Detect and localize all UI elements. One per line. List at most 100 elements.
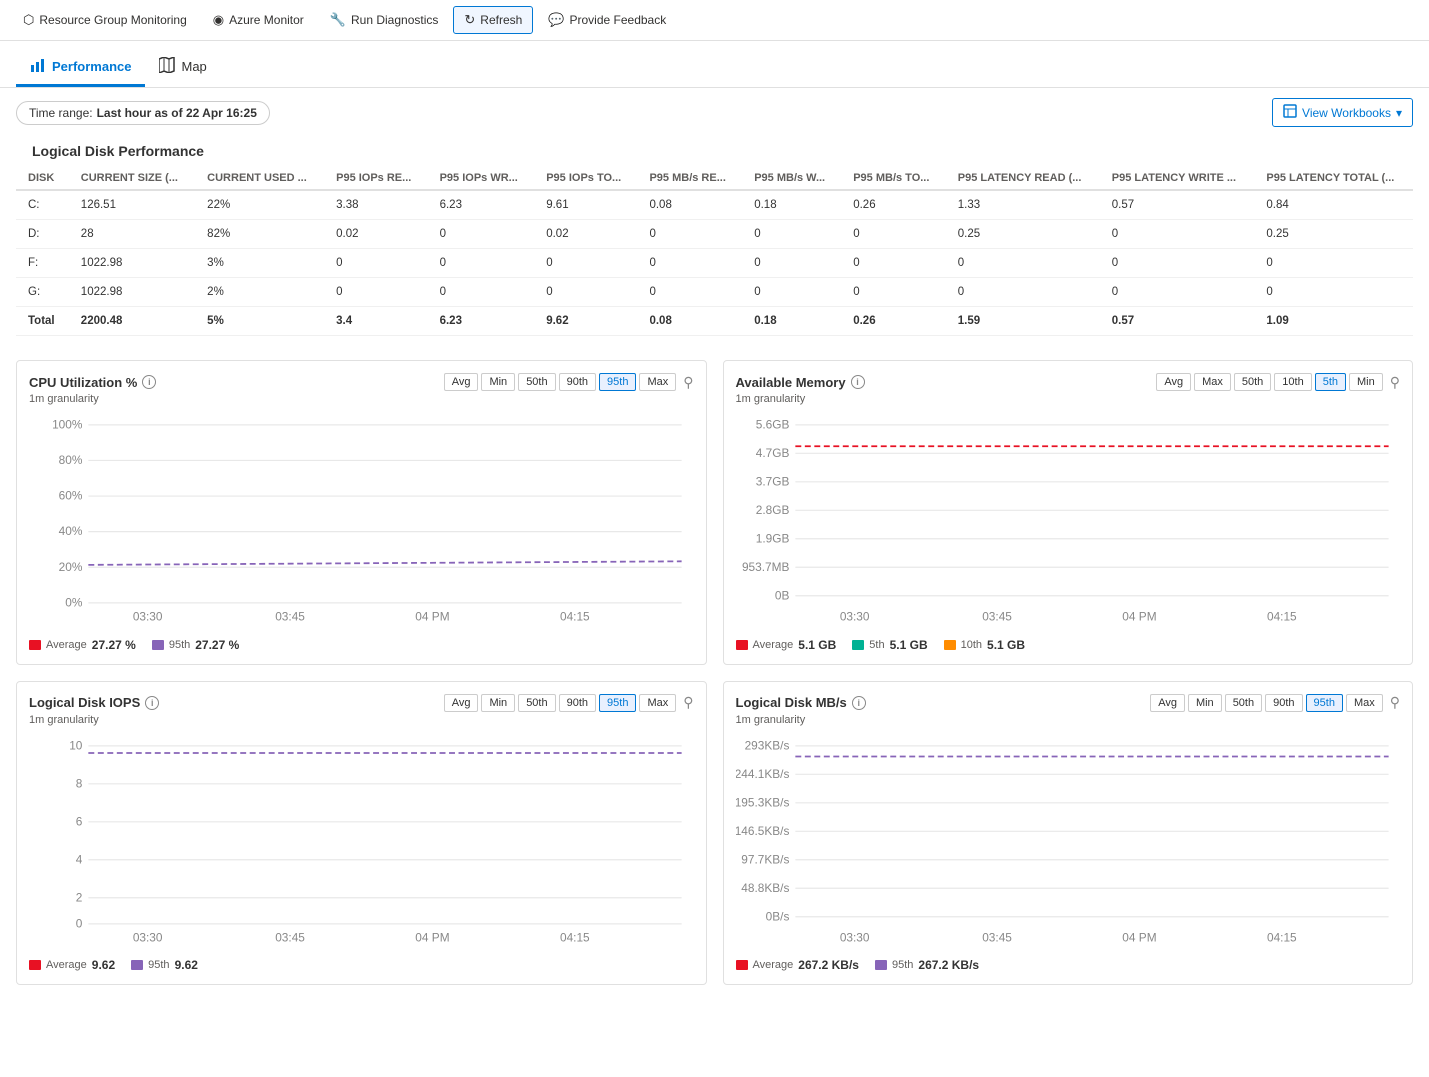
- svg-text:04 PM: 04 PM: [415, 610, 449, 624]
- table-cell: 0: [637, 249, 742, 278]
- time-range-selector[interactable]: Time range: Last hour as of 22 Apr 16:25: [16, 101, 270, 125]
- iops-ctrl-max[interactable]: Max: [639, 694, 676, 712]
- mbs-chart-title: Logical Disk MB/s i: [736, 695, 866, 710]
- mem-ctrl-min[interactable]: Min: [1349, 373, 1383, 391]
- mbs-ctrl-max[interactable]: Max: [1346, 694, 1383, 712]
- mbs-ctrl-90th[interactable]: 90th: [1265, 694, 1302, 712]
- tab-performance[interactable]: Performance: [16, 49, 145, 87]
- mbs-pin-icon[interactable]: ⚲: [1390, 694, 1400, 711]
- table-row: G:1022.982%000000000: [16, 278, 1413, 307]
- table-cell: 0: [534, 278, 637, 307]
- memory-info-icon[interactable]: i: [851, 375, 865, 389]
- iops-chart-svg: 10 8 6 4 2 0 03:30 03:45 04 PM 04:15: [29, 734, 694, 948]
- cpu-info-icon[interactable]: i: [142, 375, 156, 389]
- svg-text:2.8GB: 2.8GB: [755, 503, 789, 517]
- cpu-ctrl-max[interactable]: Max: [639, 373, 676, 391]
- svg-text:60%: 60%: [59, 489, 83, 503]
- mem-ctrl-max[interactable]: Max: [1194, 373, 1231, 391]
- sub-nav: Performance Map: [0, 41, 1429, 88]
- nav-run-diagnostics[interactable]: 🔧 Run Diagnostics: [319, 6, 450, 34]
- table-cell: 5%: [195, 307, 324, 336]
- cpu-pin-icon[interactable]: ⚲: [683, 374, 693, 391]
- iops-ctrl-50th[interactable]: 50th: [518, 694, 555, 712]
- nav-resource-group-monitoring[interactable]: ⬡ Resource Group Monitoring: [12, 6, 198, 34]
- mbs-ctrl-95th[interactable]: 95th: [1306, 694, 1343, 712]
- mem-ctrl-avg[interactable]: Avg: [1156, 373, 1191, 391]
- iops-ctrl-90th[interactable]: 90th: [559, 694, 596, 712]
- svg-text:8: 8: [76, 776, 83, 790]
- cpu-chart-title: CPU Utilization % i: [29, 375, 156, 390]
- iops-pin-icon[interactable]: ⚲: [683, 694, 693, 711]
- table-cell: 82%: [195, 220, 324, 249]
- view-workbooks-button[interactable]: View Workbooks ▾: [1272, 98, 1413, 127]
- svg-text:20%: 20%: [59, 560, 83, 574]
- iops-ctrl-95th[interactable]: 95th: [599, 694, 636, 712]
- mbs-chart-svg: 293KB/s 244.1KB/s 195.3KB/s 146.5KB/s 97…: [736, 734, 1401, 948]
- col-p95-lat-total: P95 LATENCY TOTAL (...: [1254, 167, 1413, 190]
- mbs-ctrl-50th[interactable]: 50th: [1225, 694, 1262, 712]
- cpu-ctrl-50th[interactable]: 50th: [518, 373, 555, 391]
- table-row: Total2200.485%3.46.239.620.080.180.261.5…: [16, 307, 1413, 336]
- col-p95-lat-read: P95 LATENCY READ (...: [946, 167, 1100, 190]
- iops-ctrl-min[interactable]: Min: [481, 694, 515, 712]
- table-cell: 0: [1254, 278, 1413, 307]
- svg-text:3.7GB: 3.7GB: [755, 474, 789, 488]
- iops-info-icon[interactable]: i: [145, 696, 159, 710]
- svg-text:0B: 0B: [774, 588, 789, 602]
- col-p95-iops-write: P95 IOPs WR...: [428, 167, 535, 190]
- svg-text:0%: 0%: [65, 595, 83, 609]
- cpu-ctrl-min[interactable]: Min: [481, 373, 515, 391]
- table-cell: 3%: [195, 249, 324, 278]
- cpu-chart-svg: 100% 80% 60% 40% 20% 0% 03:30 03:45 04 P…: [29, 413, 694, 627]
- table-row: C:126.5122%3.386.239.610.080.180.261.330…: [16, 190, 1413, 220]
- iops-legend-95th-color: [131, 960, 143, 970]
- tab-map[interactable]: Map: [145, 49, 220, 87]
- mbs-ctrl-avg[interactable]: Avg: [1150, 694, 1185, 712]
- resource-group-icon: ⬡: [23, 12, 34, 28]
- nav-provide-feedback[interactable]: 💬 Provide Feedback: [537, 6, 677, 34]
- svg-text:2: 2: [76, 890, 83, 904]
- svg-text:40%: 40%: [59, 524, 83, 538]
- mem-legend-10th-color: [944, 640, 956, 650]
- refresh-icon: ↻: [464, 12, 475, 28]
- iops-ctrl-avg[interactable]: Avg: [444, 694, 479, 712]
- mem-ctrl-50th[interactable]: 50th: [1234, 373, 1271, 391]
- mbs-chart-controls: Avg Min 50th 90th 95th Max ⚲: [1150, 694, 1400, 712]
- memory-chart-header: Available Memory i Avg Max 50th 10th 5th…: [736, 373, 1401, 391]
- table-cell: 9.62: [534, 307, 637, 336]
- mbs-ctrl-min[interactable]: Min: [1188, 694, 1222, 712]
- svg-text:03:45: 03:45: [982, 610, 1012, 624]
- mbs-legend-95th: 95th 267.2 KB/s: [875, 958, 979, 972]
- cpu-chart-header: CPU Utilization % i Avg Min 50th 90th 95…: [29, 373, 694, 391]
- mem-ctrl-5th[interactable]: 5th: [1315, 373, 1346, 391]
- disk-performance-title: Logical Disk Performance: [16, 137, 1413, 167]
- table-row: D:2882%0.0200.020000.2500.25: [16, 220, 1413, 249]
- cpu-chart-legend: Average 27.27 % 95th 27.27 %: [29, 638, 694, 652]
- disk-performance-section: Logical Disk Performance DISK CURRENT SI…: [0, 137, 1429, 352]
- cpu-ctrl-90th[interactable]: 90th: [559, 373, 596, 391]
- mbs-legend-avg-color: [736, 960, 748, 970]
- table-cell: 0: [841, 278, 946, 307]
- mbs-chart-header: Logical Disk MB/s i Avg Min 50th 90th 95…: [736, 694, 1401, 712]
- memory-legend-10th: 10th 5.1 GB: [944, 638, 1025, 652]
- iops-chart-legend: Average 9.62 95th 9.62: [29, 958, 694, 972]
- mem-ctrl-10th[interactable]: 10th: [1274, 373, 1311, 391]
- svg-text:4.7GB: 4.7GB: [755, 446, 789, 460]
- memory-pin-icon[interactable]: ⚲: [1390, 374, 1400, 391]
- table-cell: Total: [16, 307, 69, 336]
- cpu-ctrl-avg[interactable]: Avg: [444, 373, 479, 391]
- table-cell: 0.57: [1100, 190, 1255, 220]
- disk-mbs-chart: Logical Disk MB/s i Avg Min 50th 90th 95…: [723, 681, 1414, 986]
- nav-refresh[interactable]: ↻ Refresh: [453, 6, 533, 34]
- svg-text:10: 10: [69, 738, 83, 752]
- svg-text:195.3KB/s: 195.3KB/s: [736, 795, 789, 809]
- workbooks-icon: [1283, 104, 1297, 121]
- cpu-ctrl-95th[interactable]: 95th: [599, 373, 636, 391]
- table-cell: 0: [841, 249, 946, 278]
- nav-azure-monitor[interactable]: ◉ Azure Monitor: [202, 6, 315, 34]
- table-cell: 0: [742, 220, 841, 249]
- svg-text:953.7MB: 953.7MB: [741, 560, 789, 574]
- svg-text:04:15: 04:15: [560, 610, 590, 624]
- mbs-info-icon[interactable]: i: [852, 696, 866, 710]
- memory-legend-avg: Average 5.1 GB: [736, 638, 837, 652]
